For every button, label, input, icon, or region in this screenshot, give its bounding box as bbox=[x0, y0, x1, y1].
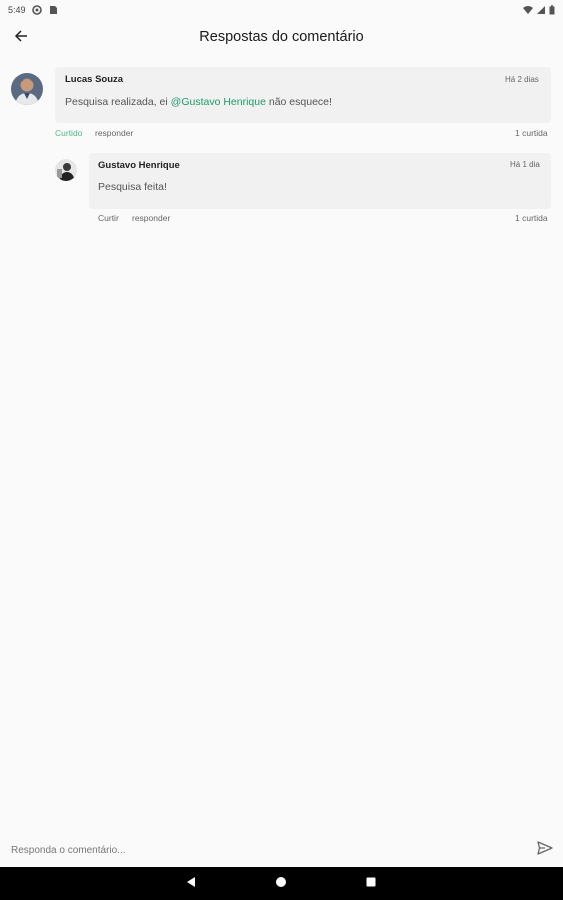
app-bar: Respostas do comentário bbox=[0, 19, 563, 57]
sd-card-icon bbox=[48, 5, 58, 15]
nav-back-button[interactable] bbox=[182, 875, 200, 893]
reply-reply-button[interactable]: responder bbox=[132, 213, 170, 223]
square-recents-icon bbox=[365, 875, 377, 893]
triangle-back-icon bbox=[185, 875, 197, 893]
reply-like-button[interactable]: Curtir bbox=[98, 213, 119, 223]
send-button[interactable] bbox=[535, 840, 555, 860]
like-button[interactable]: Curtido bbox=[55, 128, 82, 138]
comment-author[interactable]: Lucas Souza bbox=[65, 74, 123, 85]
battery-icon bbox=[549, 4, 555, 15]
status-bar: 5:49 bbox=[0, 0, 563, 19]
nav-recents-button[interactable] bbox=[362, 875, 380, 893]
likes-count: 1 curtida bbox=[515, 128, 548, 138]
sync-icon bbox=[31, 4, 42, 15]
mention-link[interactable]: @Gustavo Henrique bbox=[171, 96, 266, 108]
reply-author[interactable]: Gustavo Henrique bbox=[98, 160, 180, 171]
comment-time: Há 2 dias bbox=[505, 75, 539, 84]
reply-likes-count: 1 curtida bbox=[515, 213, 548, 223]
navigation-bar bbox=[0, 867, 563, 900]
avatar-lucas[interactable] bbox=[11, 73, 43, 105]
avatar-gustavo[interactable] bbox=[55, 159, 77, 181]
reply-button[interactable]: responder bbox=[95, 128, 133, 138]
send-icon bbox=[537, 840, 553, 860]
wifi-icon bbox=[523, 5, 533, 15]
reply-text: Pesquisa feita! bbox=[98, 181, 167, 193]
status-time: 5:49 bbox=[8, 4, 26, 15]
comment-text-end: não esquece! bbox=[265, 96, 332, 108]
nav-home-button[interactable] bbox=[272, 875, 290, 893]
status-left: 5:49 bbox=[8, 5, 58, 15]
comment-text: Pesquisa realizada, ei @Gustavo Henrique… bbox=[65, 96, 332, 108]
reply-input[interactable] bbox=[0, 835, 520, 865]
reply-time: Há 1 dia bbox=[510, 160, 540, 169]
comment-text-start: Pesquisa realizada, ei bbox=[65, 96, 171, 108]
circle-home-icon bbox=[275, 875, 287, 893]
page-title: Respostas do comentário bbox=[199, 29, 364, 45]
comment-bubble bbox=[55, 67, 551, 123]
signal-icon bbox=[536, 5, 546, 15]
status-right bbox=[523, 4, 555, 15]
